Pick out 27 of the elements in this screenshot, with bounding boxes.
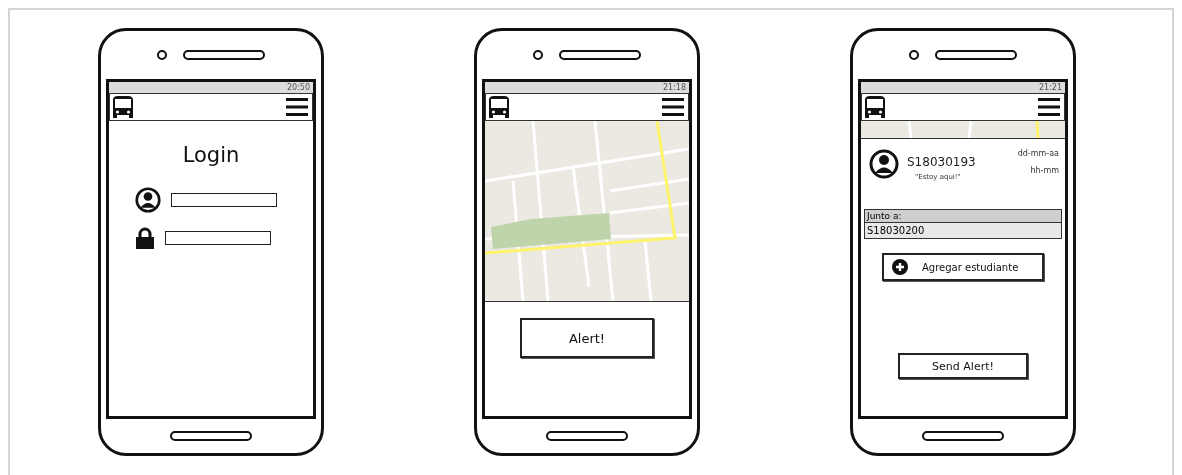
bus-icon xyxy=(486,94,512,120)
time-label: hh-mm xyxy=(1030,166,1059,175)
menu-icon[interactable] xyxy=(1038,97,1060,117)
lock-icon xyxy=(135,227,155,249)
status-time: 20:50 xyxy=(286,83,310,92)
menu-icon[interactable] xyxy=(286,97,308,117)
companion-id: S18030200 xyxy=(865,223,1061,238)
menu-icon[interactable] xyxy=(662,97,684,117)
user-icon xyxy=(135,187,161,213)
bus-icon xyxy=(110,94,136,120)
alert-button[interactable]: Alert! xyxy=(520,318,654,358)
bus-icon xyxy=(862,94,888,120)
status-time: 21:21 xyxy=(1038,83,1062,92)
username-field[interactable] xyxy=(171,193,277,207)
add-student-button[interactable]: Agregar estudiante xyxy=(882,253,1044,281)
user-icon xyxy=(869,149,899,179)
send-alert-button[interactable]: Send Alert! xyxy=(898,353,1028,379)
group-label: Junto a: xyxy=(865,210,1061,223)
status-time: 21:18 xyxy=(662,83,686,92)
login-title: Login xyxy=(181,143,241,167)
password-field[interactable] xyxy=(165,231,271,245)
camera-dot xyxy=(533,50,543,60)
student-id: S18030193 xyxy=(907,155,976,169)
camera-dot xyxy=(909,50,919,60)
camera-dot xyxy=(157,50,167,60)
date-label: dd-mm-aa xyxy=(1017,149,1059,158)
plus-circle-icon xyxy=(892,259,908,275)
